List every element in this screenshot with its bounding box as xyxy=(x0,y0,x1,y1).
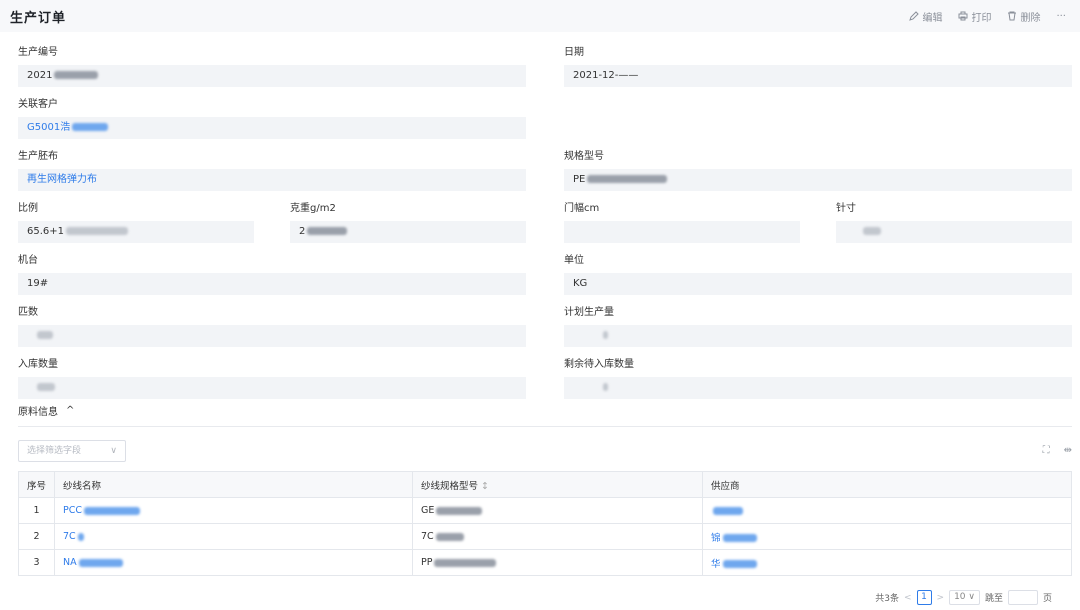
field-label: 机台 xyxy=(18,255,38,266)
field-width: 门幅cm xyxy=(564,202,800,243)
stock-in-value[interactable] xyxy=(18,377,526,399)
remaining-value[interactable] xyxy=(564,377,1072,399)
planned-value[interactable] xyxy=(564,325,1072,347)
delete-button[interactable]: 删除 xyxy=(1007,9,1040,24)
yarn-spec: 7C xyxy=(412,523,703,550)
pagination: 共3条 < 1 > 10 ∨ 跳至 页 xyxy=(875,590,1052,605)
table-tools: ⛶ ⇹ xyxy=(1043,445,1072,456)
printer-icon xyxy=(958,11,968,21)
needle-value[interactable] xyxy=(836,221,1072,243)
order-form: 生产编号 2021 日期 2021-12-—— 关联客户 G5001浩 生产胚布… xyxy=(0,32,1080,399)
field-weight: 克重g/m2 2 xyxy=(290,202,526,243)
field-label: 生产胚布 xyxy=(18,151,58,162)
print-label: 打印 xyxy=(971,12,992,24)
delete-label: 删除 xyxy=(1020,12,1041,24)
field-order-no: 生产编号 2021 xyxy=(18,46,526,87)
field-label: 针寸 xyxy=(836,203,856,214)
field-pieces: 匹数 xyxy=(18,306,526,347)
ratio-value[interactable]: 65.6+1 xyxy=(18,221,254,243)
field-label: 单位 xyxy=(564,255,584,266)
goto-page-input[interactable] xyxy=(1007,590,1038,605)
width-value[interactable] xyxy=(564,221,800,243)
fullscreen-icon[interactable]: ⛶ xyxy=(1043,445,1050,456)
next-page-icon[interactable]: > xyxy=(937,593,945,603)
pieces-value[interactable] xyxy=(18,325,526,347)
field-label: 克重g/m2 xyxy=(290,203,336,214)
page-header: 生产订单 编辑 打印 删除 ··· xyxy=(0,0,1080,32)
unit-value[interactable]: KG xyxy=(564,273,1072,295)
col-index: 序号 xyxy=(18,471,55,498)
total-count: 共3条 xyxy=(875,594,899,604)
yarn-name-link[interactable]: PCC xyxy=(54,497,413,524)
column-width-icon[interactable]: ⇹ xyxy=(1064,445,1072,456)
materials-table: 序号 纱线名称 纱线规格型号 ↕ 供应商 1 PCC GE 2 7C 7C 锦 … xyxy=(18,471,1072,576)
field-label: 计划生产量 xyxy=(564,307,614,318)
sort-icon[interactable]: ↕ xyxy=(481,481,489,492)
field-planned: 计划生产量 xyxy=(564,306,1072,347)
supplier-link[interactable] xyxy=(702,497,1072,524)
field-ratio: 比例 65.6+1 xyxy=(18,202,254,243)
field-label: 剩余待入库数量 xyxy=(564,359,634,370)
order-no-value[interactable]: 2021 xyxy=(18,65,526,87)
supplier-link[interactable]: 锦 xyxy=(702,523,1072,550)
col-yarn-name: 纱线名称 xyxy=(54,471,413,498)
print-button[interactable]: 打印 xyxy=(958,9,991,24)
edit-button[interactable]: 编辑 xyxy=(909,9,942,24)
table-row: 1 PCC GE xyxy=(18,497,1072,524)
field-label: 入库数量 xyxy=(18,359,58,370)
goto-label: 跳至 xyxy=(984,594,1003,604)
field-label: 关联客户 xyxy=(18,99,58,110)
app-window: 生产订单 编辑 打印 删除 ··· 生产编号 2021 日期 2021-12-—… xyxy=(0,0,1080,610)
fabric-link[interactable]: 再生网格弹力布 xyxy=(18,169,526,191)
table-row: 2 7C 7C 锦 xyxy=(18,523,1072,550)
supplier-link[interactable]: 华 xyxy=(702,549,1072,576)
field-customer: 关联客户 G5001浩 xyxy=(18,98,526,139)
table-row: 3 NA PP 华 xyxy=(18,549,1072,576)
date-value[interactable]: 2021-12-—— xyxy=(564,65,1072,87)
yarn-name-link[interactable]: NA xyxy=(54,549,413,576)
col-supplier: 供应商 xyxy=(702,471,1072,498)
edit-label: 编辑 xyxy=(922,12,943,24)
more-button[interactable]: ··· xyxy=(1056,11,1066,22)
field-stock-in: 入库数量 xyxy=(18,358,526,399)
customer-link[interactable]: G5001浩 xyxy=(18,117,526,139)
yarn-name-link[interactable]: 7C xyxy=(54,523,413,550)
yarn-spec: PP xyxy=(412,549,703,576)
field-label: 比例 xyxy=(18,203,38,214)
page-size-select[interactable]: 10 ∨ xyxy=(949,590,980,605)
pencil-icon xyxy=(909,11,920,21)
col-yarn-spec[interactable]: 纱线规格型号 ↕ xyxy=(412,471,703,498)
spec-value[interactable]: PE xyxy=(564,169,1072,191)
field-label: 生产编号 xyxy=(18,47,58,58)
weight-value[interactable]: 2 xyxy=(290,221,526,243)
field-machine: 机台 19# xyxy=(18,254,526,295)
section-title: 原料信息 xyxy=(18,407,58,418)
trash-icon xyxy=(1008,11,1017,21)
field-spec: 规格型号 PE xyxy=(564,150,1072,191)
prev-page-icon[interactable]: < xyxy=(904,593,912,603)
chevron-up-icon: ^ xyxy=(66,405,75,416)
page-unit-label: 页 xyxy=(1042,594,1052,604)
materials-section-toggle[interactable]: 原料信息 ^ xyxy=(18,403,74,418)
chevron-down-icon: ∨ xyxy=(110,446,117,456)
page-1-button[interactable]: 1 xyxy=(916,590,932,605)
table-header-row: 序号 纱线名称 纱线规格型号 ↕ 供应商 xyxy=(18,471,1072,498)
field-fabric: 生产胚布 再生网格弹力布 xyxy=(18,150,526,191)
yarn-spec: GE xyxy=(412,497,703,524)
filter-field-select[interactable]: 选择筛选字段 ∨ xyxy=(18,440,126,462)
field-label: 规格型号 xyxy=(564,151,604,162)
field-label: 日期 xyxy=(564,47,584,58)
field-unit: 单位 KG xyxy=(564,254,1072,295)
header-actions: 编辑 打印 删除 ··· xyxy=(909,9,1066,24)
field-remaining: 剩余待入库数量 xyxy=(564,358,1072,399)
page-title: 生产订单 xyxy=(10,10,67,26)
section-divider xyxy=(18,426,1072,427)
field-needle: 针寸 xyxy=(836,202,1072,243)
field-label: 门幅cm xyxy=(564,203,600,214)
field-date: 日期 2021-12-—— xyxy=(564,46,1072,87)
field-label: 匹数 xyxy=(18,307,38,318)
machine-value[interactable]: 19# xyxy=(18,273,526,295)
